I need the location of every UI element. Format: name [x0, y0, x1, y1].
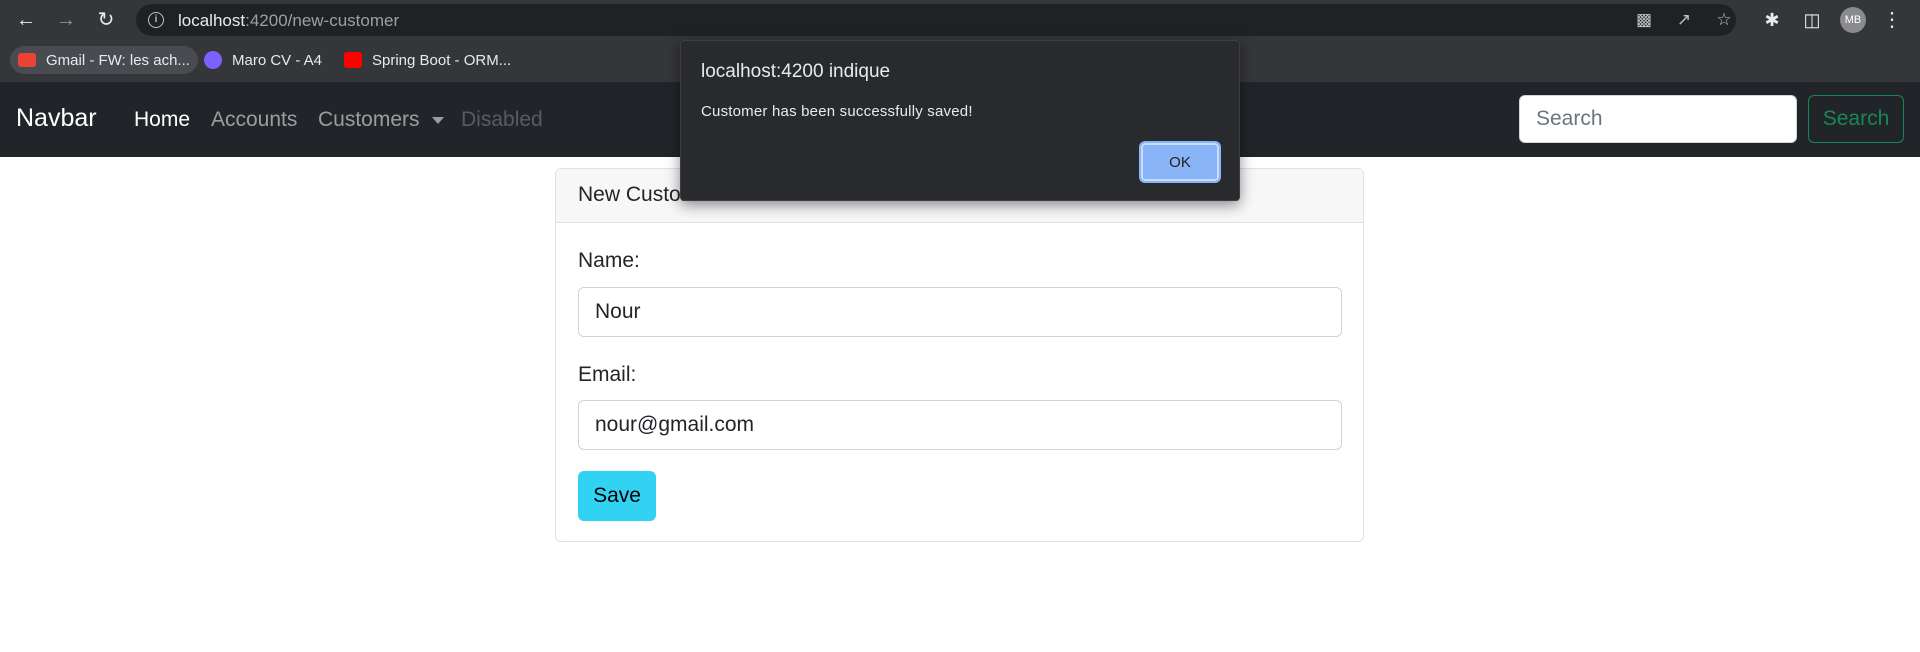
nav-accounts[interactable]: Accounts — [211, 108, 297, 132]
email-label: Email: — [578, 363, 637, 386]
new-customer-card: New Customer Name: Nour Email: nour@gmai… — [555, 168, 1364, 542]
side-panel-icon[interactable]: ◫ — [1800, 8, 1824, 32]
forward-arrow-icon[interactable]: → — [54, 8, 78, 32]
back-arrow-icon[interactable]: ← — [14, 8, 38, 32]
site-info-icon[interactable]: i — [148, 12, 164, 28]
nav-customers-dropdown[interactable]: Customers — [318, 108, 444, 132]
bookmark-star-icon[interactable]: ☆ — [1712, 8, 1736, 32]
url-path: :4200/new-customer — [245, 11, 400, 30]
bookmark-label: Gmail - FW: les ach... — [46, 51, 190, 69]
nav-disabled: Disabled — [461, 108, 543, 131]
browser-toolbar: ← → ↻ i localhost:4200/new-customer ▩ ↗ … — [0, 0, 1920, 40]
bookmark-maro-cv[interactable]: Maro CV - A4 — [196, 46, 330, 74]
url-text: localhost:4200/new-customer — [178, 11, 399, 31]
document-app-icon — [204, 51, 222, 69]
nav-home[interactable]: Home — [134, 108, 190, 132]
youtube-icon — [344, 52, 362, 68]
search-button[interactable]: Search — [1808, 95, 1904, 143]
url-host: localhost — [178, 11, 246, 30]
email-field[interactable]: nour@gmail.com — [578, 400, 1342, 450]
menu-kebab-icon[interactable]: ⋮ — [1880, 8, 1904, 32]
bookmark-label: Spring Boot - ORM... — [372, 51, 512, 69]
reload-icon[interactable]: ↻ — [94, 8, 118, 32]
ok-button[interactable]: OK — [1139, 141, 1221, 183]
dialog-title: localhost:4200 indique — [701, 61, 891, 82]
dialog-message: Customer has been successfully saved! — [701, 103, 973, 120]
name-field[interactable]: Nour — [578, 287, 1342, 337]
translate-icon[interactable]: ▩ — [1632, 8, 1656, 32]
alert-dialog: localhost:4200 indique Customer has been… — [680, 40, 1240, 201]
address-bar[interactable]: i localhost:4200/new-customer — [136, 4, 1736, 36]
save-button[interactable]: Save — [578, 471, 656, 521]
search-input[interactable]: Search — [1519, 95, 1797, 143]
profile-avatar[interactable]: MB — [1840, 7, 1866, 33]
extensions-icon[interactable]: ✱ — [1760, 8, 1784, 32]
gmail-icon — [18, 53, 36, 67]
bookmark-spring-boot[interactable]: Spring Boot - ORM... — [336, 46, 519, 74]
nav-customers-label: Customers — [318, 108, 420, 131]
bookmark-label: Maro CV - A4 — [232, 51, 323, 69]
navbar-brand[interactable]: Navbar — [16, 104, 97, 133]
bookmark-gmail[interactable]: Gmail - FW: les ach... — [10, 46, 198, 74]
caret-down-icon — [431, 116, 444, 124]
share-icon[interactable]: ↗ — [1672, 8, 1696, 32]
name-label: Name: — [578, 249, 640, 272]
